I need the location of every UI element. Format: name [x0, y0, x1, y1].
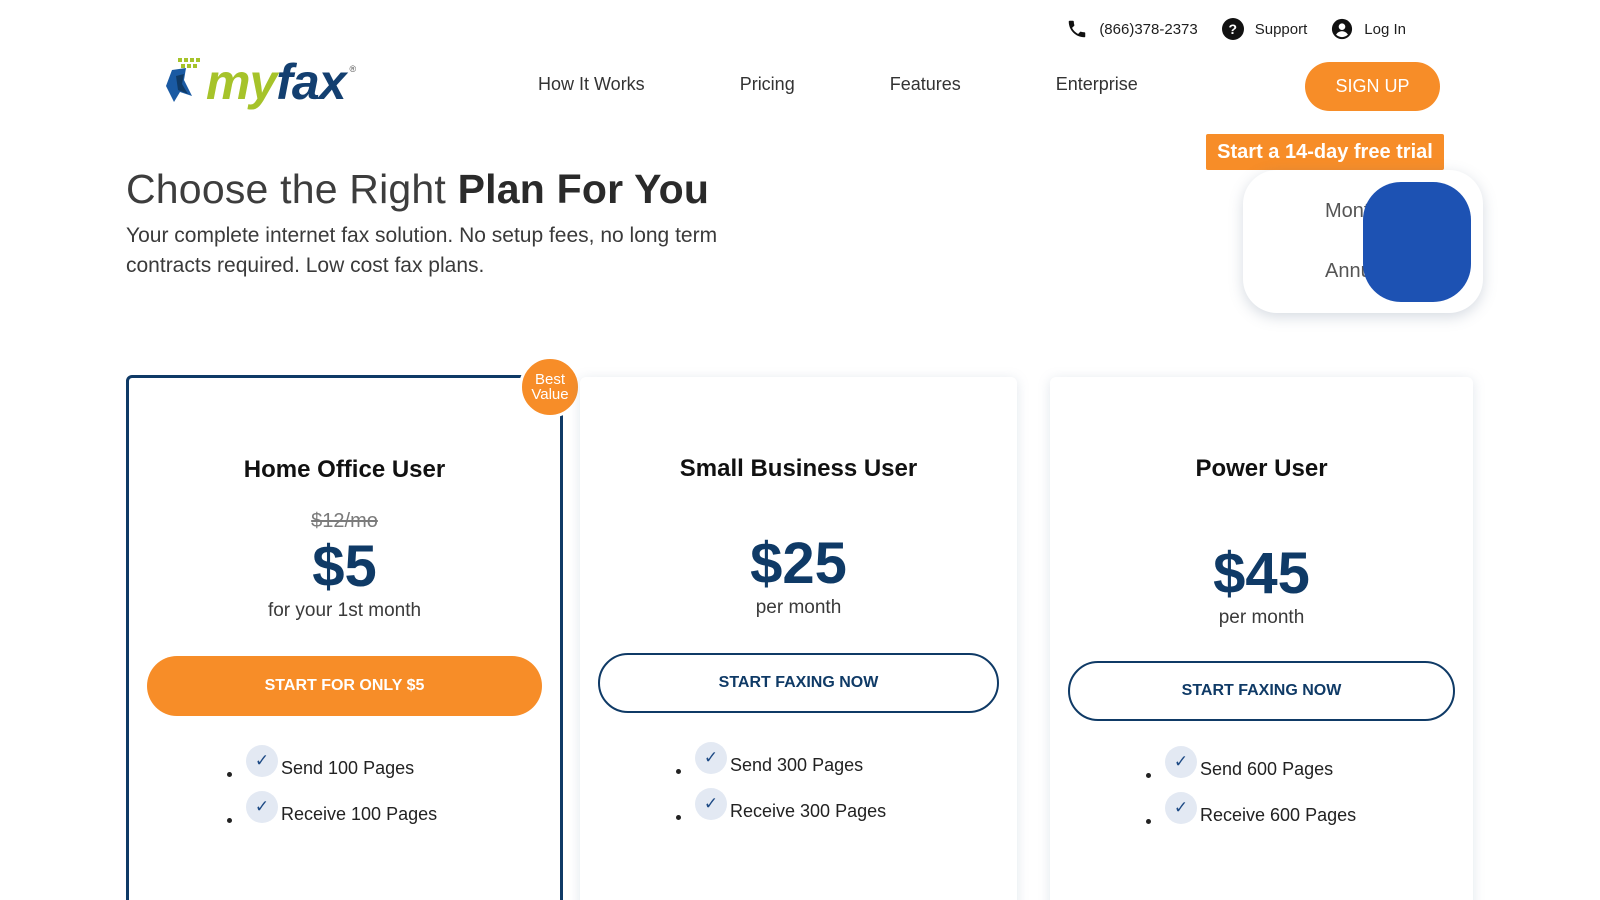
- plan-period: per month: [755, 597, 842, 618]
- plan-card-home-office: Home Office User $12/mo $5 for your 1st …: [126, 375, 563, 900]
- plan-price: $25: [750, 531, 847, 596]
- support-label: Support: [1254, 20, 1308, 38]
- main-nav: How It Works Pricing Features Enterprise: [538, 74, 1233, 95]
- start-faxing-now-button[interactable]: START FAXING NOW: [1068, 661, 1455, 721]
- best-value-badge: Best Value: [519, 356, 581, 418]
- page-title: Choose the Right Plan For You: [126, 166, 710, 212]
- plan-features: ✓ Send 100 Pages ✓ Receive 100 Pages: [129, 745, 560, 837]
- check-icon: ✓: [246, 791, 278, 823]
- plan-old-price: $12/mo: [311, 510, 378, 532]
- help-circle-icon: ?: [1221, 18, 1244, 40]
- check-icon: ✓: [695, 742, 727, 774]
- plan-price: $45: [1213, 541, 1310, 606]
- login-link[interactable]: Log In: [1331, 18, 1406, 40]
- feature-item: ✓ Send 300 Pages: [676, 742, 1017, 788]
- registered-mark: ®: [349, 64, 357, 74]
- check-icon: ✓: [246, 745, 278, 777]
- feature-item: ✓ Receive 300 Pages: [676, 788, 1017, 834]
- feature-item: ✓ Receive 600 Pages: [1146, 792, 1473, 838]
- phone-link[interactable]: (866)378-2373: [1066, 18, 1198, 40]
- bullet-dot: [676, 814, 681, 820]
- plan-price: $5: [312, 534, 377, 599]
- page-subtitle: Your complete internet fax solution. No …: [126, 224, 718, 277]
- user-circle-icon: [1332, 18, 1353, 40]
- check-icon: ✓: [695, 788, 727, 820]
- signup-button[interactable]: SIGN UP: [1305, 62, 1440, 111]
- feature-item: ✓ Send 100 Pages: [227, 745, 560, 791]
- start-for-only-button[interactable]: START FOR ONLY $5: [147, 656, 542, 716]
- nav-how-it-works[interactable]: How It Works: [538, 74, 645, 95]
- plan-name: Home Office User: [243, 456, 446, 483]
- plan-period: for your 1st month: [267, 600, 422, 621]
- toggle-knob[interactable]: [1363, 182, 1471, 302]
- top-utility-bar: (866)378-2373 ? Support Log In: [1066, 18, 1406, 40]
- plan-period: per month: [1218, 607, 1305, 628]
- phone-number: (866)378-2373: [1099, 20, 1198, 38]
- bullet-dot: [227, 817, 232, 823]
- feature-item: ✓ Receive 100 Pages: [227, 791, 560, 837]
- check-icon: ✓: [1165, 792, 1197, 824]
- nav-enterprise[interactable]: Enterprise: [1056, 74, 1138, 95]
- feature-item: ✓ Send 600 Pages: [1146, 746, 1473, 792]
- plan-features: ✓ Send 600 Pages ✓ Receive 600 Pages: [1050, 746, 1473, 838]
- bullet-dot: [1146, 772, 1151, 778]
- plan-card-small-business: Small Business User $25 per month START …: [580, 377, 1017, 900]
- bullet-dot: [1146, 818, 1151, 824]
- myfax-logo[interactable]: myfax ®: [164, 56, 356, 108]
- check-icon: ✓: [1165, 746, 1197, 778]
- support-link[interactable]: ? Support: [1221, 18, 1308, 40]
- logo-wordmark: myfax: [206, 54, 347, 110]
- start-faxing-now-button[interactable]: START FAXING NOW: [598, 653, 999, 713]
- nav-features[interactable]: Features: [890, 74, 961, 95]
- billing-period-toggle[interactable]: Monthly Annual: [1243, 170, 1483, 313]
- bullet-dot: [227, 771, 232, 777]
- free-trial-tag: Start a 14-day free trial: [1206, 134, 1444, 184]
- nav-pricing[interactable]: Pricing: [740, 74, 795, 95]
- plan-card-power-user: Power User $45 per month START FAXING NO…: [1050, 377, 1473, 900]
- plan-features: ✓ Send 300 Pages ✓ Receive 300 Pages: [580, 742, 1017, 834]
- fax-logo-icon: [166, 58, 200, 102]
- plan-name: Small Business User: [679, 455, 918, 482]
- phone-icon: [1069, 20, 1086, 38]
- bullet-dot: [676, 768, 681, 774]
- login-label: Log In: [1364, 20, 1406, 38]
- plan-name: Power User: [1195, 455, 1328, 482]
